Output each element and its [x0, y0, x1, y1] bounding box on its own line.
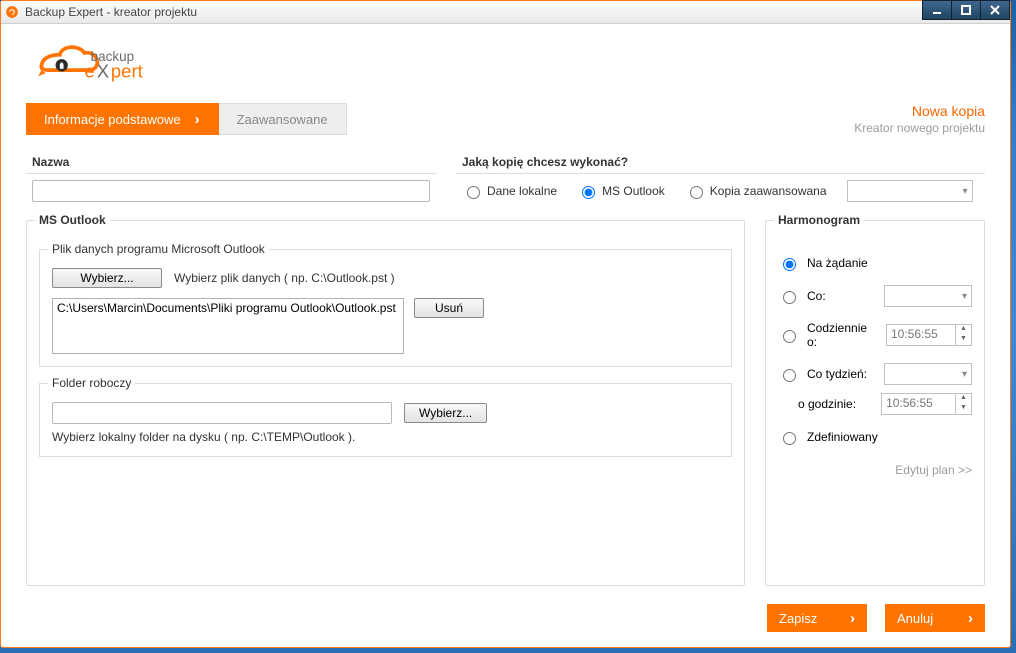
schedule-fieldset: Harmonogram Na żądanie Co: Codziennie o:… — [765, 220, 985, 586]
radio-daily-label: Codziennie o: — [807, 321, 878, 349]
workdir-input[interactable] — [52, 402, 392, 424]
tab-basic-label: Informacje podstawowe — [44, 112, 181, 127]
name-section: Nazwa — [26, 155, 436, 202]
wizard-caption: Kreator nowego projektu — [854, 121, 985, 135]
new-copy-label: Nowa kopia — [854, 103, 985, 119]
tab-advanced[interactable]: Zaawansowane — [219, 103, 347, 135]
radio-defined-label: Zdefiniowany — [807, 430, 878, 444]
copy-type-section: Jaką kopię chcesz wykonać? Dane lokalne … — [456, 155, 985, 202]
radio-advanced-label: Kopia zaawansowana — [710, 184, 827, 198]
app-icon — [5, 5, 19, 19]
datafile-path-list[interactable]: C:\Users\Marcin\Documents\Pliki programu… — [52, 298, 404, 354]
workdir-legend: Folder roboczy — [48, 376, 135, 390]
outlook-datafile-fieldset: Plik danych programu Microsoft Outlook W… — [39, 249, 732, 367]
edit-plan-link[interactable]: Edytuj plan >> — [778, 463, 972, 477]
svg-text:e: e — [84, 61, 94, 82]
weekly-time-input[interactable]: 10:56:55 ▲▼ — [881, 393, 972, 415]
tab-advanced-label: Zaawansowane — [237, 112, 328, 127]
cancel-button-label: Anuluj — [897, 611, 933, 626]
datafile-path-item[interactable]: C:\Users\Marcin\Documents\Pliki programu… — [57, 301, 399, 315]
weekly-at-label: o godzinie: — [798, 397, 873, 411]
name-input[interactable] — [32, 180, 430, 202]
every-select[interactable] — [884, 285, 972, 307]
workdir-hint: Wybierz lokalny folder na dysku ( np. C:… — [52, 430, 719, 444]
radio-local[interactable] — [467, 186, 480, 199]
copy-type-outlook[interactable]: MS Outlook — [577, 183, 665, 199]
titlebar: Backup Expert - kreator projektu — [1, 1, 1010, 24]
choose-workdir-button[interactable]: Wybierz... — [404, 403, 487, 423]
daily-time-input[interactable]: 10:56:55 ▲▼ — [886, 324, 972, 346]
schedule-legend: Harmonogram — [774, 213, 864, 227]
cancel-button[interactable]: Anuluj › — [885, 604, 985, 632]
daily-time-value: 10:56:55 — [887, 325, 955, 345]
copy-type-local[interactable]: Dane lokalne — [462, 183, 557, 199]
datafile-hint: Wybierz plik danych ( np. C:\Outlook.pst… — [174, 271, 395, 285]
weekly-time-spinner[interactable]: ▲▼ — [955, 394, 971, 414]
window-title: Backup Expert - kreator projektu — [25, 5, 197, 19]
chevron-right-icon: › — [195, 111, 200, 128]
datafile-legend: Plik danych programu Microsoft Outlook — [48, 242, 269, 256]
radio-weekly[interactable] — [783, 369, 796, 382]
brand-logo: backup e X pert — [26, 36, 985, 95]
workdir-fieldset: Folder roboczy Wybierz... Wybierz lokaln… — [39, 383, 732, 457]
choose-datafile-button[interactable]: Wybierz... — [52, 268, 162, 288]
copy-type-label: Jaką kopię chcesz wykonać? — [456, 155, 985, 174]
outlook-fieldset: MS Outlook Plik danych programu Microsof… — [26, 220, 745, 586]
weekly-day-select[interactable] — [884, 363, 972, 385]
radio-advanced[interactable] — [690, 186, 703, 199]
radio-on-demand[interactable] — [783, 258, 796, 271]
save-button-label: Zapisz — [779, 611, 817, 626]
minimize-button[interactable] — [922, 0, 952, 20]
delete-datafile-button[interactable]: Usuń — [414, 298, 484, 318]
outlook-legend: MS Outlook — [35, 213, 110, 227]
radio-outlook[interactable] — [582, 186, 595, 199]
radio-every-label: Co: — [807, 289, 876, 303]
copy-type-advanced[interactable]: Kopia zaawansowana — [685, 183, 827, 199]
close-button[interactable] — [981, 0, 1010, 20]
weekly-time-value: 10:56:55 — [882, 394, 955, 414]
chevron-right-icon: › — [850, 610, 855, 627]
svg-text:X: X — [97, 61, 109, 82]
radio-local-label: Dane lokalne — [487, 184, 557, 198]
save-button[interactable]: Zapisz › — [767, 604, 867, 632]
advanced-copy-select[interactable] — [847, 180, 973, 202]
daily-time-spinner[interactable]: ▲▼ — [955, 325, 971, 345]
tab-basic[interactable]: Informacje podstawowe › — [26, 103, 219, 135]
radio-on-demand-label: Na żądanie — [807, 256, 868, 270]
svg-text:pert: pert — [111, 61, 143, 82]
radio-daily[interactable] — [783, 330, 796, 343]
radio-defined[interactable] — [783, 432, 796, 445]
chevron-right-icon: › — [968, 610, 973, 627]
header-right: Nowa kopia Kreator nowego projektu — [854, 103, 985, 135]
maximize-button[interactable] — [952, 0, 981, 20]
name-label: Nazwa — [26, 155, 436, 174]
radio-outlook-label: MS Outlook — [602, 184, 665, 198]
radio-weekly-label: Co tydzień: — [807, 367, 876, 381]
radio-every[interactable] — [783, 291, 796, 304]
